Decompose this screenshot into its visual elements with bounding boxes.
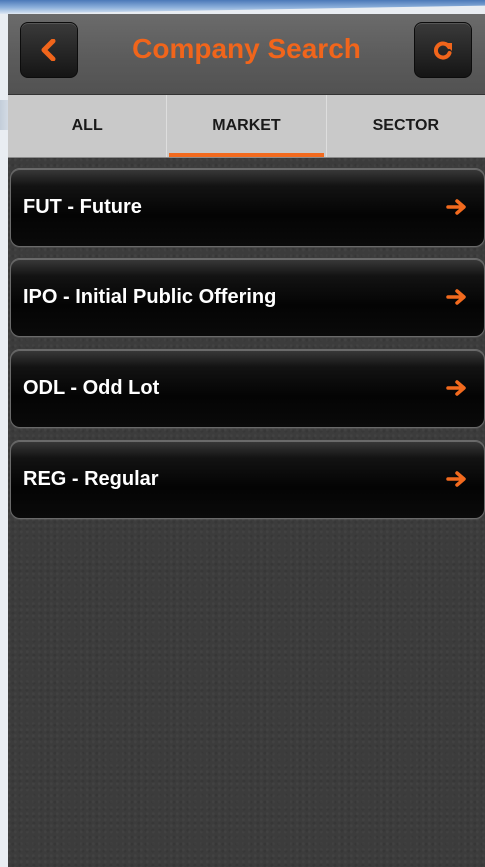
arrow-right-icon [446, 380, 466, 396]
list-item-ipo[interactable]: IPO - Initial Public Offering [10, 258, 485, 337]
list-item-label: IPO - Initial Public Offering [23, 286, 277, 308]
refresh-icon [433, 41, 452, 60]
list-item-label: REG - Regular [23, 468, 159, 490]
tab-bar: ALL MARKET SECTOR [8, 95, 485, 158]
list-item-fut[interactable]: FUT - Future [10, 168, 485, 247]
tab-all[interactable]: ALL [8, 95, 166, 157]
arrow-right-icon [446, 471, 466, 487]
list-item-reg[interactable]: REG - Regular [10, 440, 485, 519]
tab-market[interactable]: MARKET [166, 95, 325, 157]
refresh-button[interactable] [414, 22, 472, 78]
list-item-label: FUT - Future [23, 196, 142, 218]
header-bar: Company Search [8, 14, 485, 95]
tab-sector[interactable]: SECTOR [325, 95, 485, 157]
window-frame-top [0, 0, 485, 14]
arrow-right-icon [446, 289, 466, 305]
arrow-right-icon [446, 199, 466, 215]
list-item-odl[interactable]: ODL - Odd Lot [10, 349, 485, 428]
list-item-label: ODL - Odd Lot [23, 377, 160, 399]
app-screen: Company Search ALL MARKET SECTOR FUT - F… [8, 14, 485, 867]
